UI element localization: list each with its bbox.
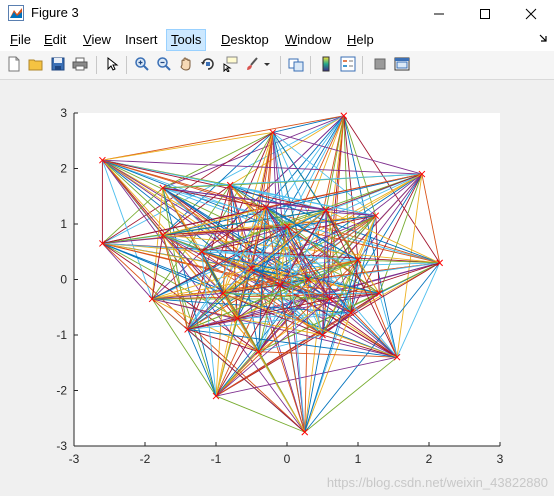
dock-arrow-icon[interactable] [538,33,548,43]
toolbar-separator [126,56,127,74]
print-icon [72,57,88,71]
menu-view-label: iew [91,32,111,47]
legend-button[interactable] [338,54,358,74]
brush-dropdown[interactable] [262,54,272,74]
pointer-icon [107,56,119,71]
menu-window-mnemonic: W [285,32,298,47]
pan-hand-icon [180,57,191,71]
colorbar-button[interactable] [316,54,336,74]
x-tick-label: -1 [211,452,222,466]
y-tick-label: 0 [60,273,67,287]
link-plot-icon [288,58,304,72]
menu-tools[interactable]: Tools [166,29,207,51]
menu-window[interactable]: Window [281,30,335,50]
x-tick-label: 0 [284,452,291,466]
menu-desktop-mnemonic: D [221,32,231,47]
menu-help[interactable]: Help [343,30,378,50]
minimize-button[interactable] [416,0,462,27]
menu-edit[interactable]: Edit [40,30,70,50]
close-icon [525,8,537,19]
toolbar-separator [310,56,311,74]
minimize-icon [434,13,444,14]
y-tick-label: 1 [60,217,67,231]
rotate-3d-icon [201,58,214,70]
data-cursor-button[interactable] [220,54,240,74]
menu-window-label: indow [297,32,332,47]
x-tick-label: 3 [497,452,504,466]
figure-canvas[interactable]: -3 -2 -1 0 1 2 3 -3 -2 -1 0 1 2 3 https://blog.csdn.n… [0,80,554,496]
link-plot-button[interactable] [286,54,306,74]
window-title: Figure 3 [31,5,79,20]
y-tick-label: -1 [56,328,67,342]
toolbar-separator [96,56,97,74]
zoom-in-button[interactable] [132,54,152,74]
menu-file-mnemonic: F [10,32,18,47]
x-tick-label: -3 [69,452,80,466]
x-tick-label: 1 [355,452,362,466]
data-cursor-icon [223,56,238,72]
maximize-button[interactable] [462,0,508,27]
y-tick-label: 2 [60,162,67,176]
maximize-icon [480,8,490,19]
save-icon [51,57,65,71]
pointer-button[interactable] [102,54,122,74]
pan-button[interactable] [176,54,196,74]
menu-help-mnemonic: H [347,32,357,47]
menu-insert[interactable]: Insert [121,30,162,50]
menu-edit-mnemonic: E [44,32,53,47]
menu-file[interactable]: File [6,30,35,50]
menu-tools-label: ools [177,32,202,47]
colorbar-icon [322,56,330,72]
menu-edit-label: dit [52,32,67,47]
watermark-text: https://blog.csdn.net/weixin_43822880 [326,475,548,490]
menu-desktop[interactable]: Desktop [217,30,273,50]
zoom-in-icon [135,57,149,71]
toolbar-separator [362,56,363,74]
legend-icon [340,56,356,72]
show-plot-tools-icon [394,57,410,71]
hide-plot-tools-icon [374,58,386,70]
x-tick-label: -2 [140,452,151,466]
menu-desktop-label: esktop [230,32,269,47]
x-tick-label: 2 [426,452,433,466]
save-button[interactable] [48,54,68,74]
plot-svg[interactable]: -3 -2 -1 0 1 2 3 -3 -2 -1 0 1 2 3 [0,80,554,496]
chevron-down-icon [264,63,270,66]
y-tick-label: -2 [56,384,67,398]
zoom-out-button[interactable] [154,54,174,74]
title-bar: Figure 3 [0,0,554,27]
close-button[interactable] [508,0,554,27]
open-file-icon [28,59,43,71]
rotate-3d-button[interactable] [198,54,218,74]
matlab-figure-icon [8,5,24,21]
zoom-out-icon [157,57,171,71]
menu-insert-label: Insert [125,32,158,47]
print-button[interactable] [70,54,90,74]
menu-view[interactable]: View [79,30,115,50]
menu-bar: File Edit View Insert Tools Desktop Wind… [0,27,554,51]
brush-button[interactable] [242,54,262,74]
show-plot-tools-button[interactable] [392,54,412,74]
y-tick-label: 3 [60,106,67,120]
new-figure-button[interactable] [4,54,24,74]
open-file-button[interactable] [26,54,46,74]
menu-help-label: elp [356,32,374,47]
toolbar-separator [280,56,281,74]
y-tick-label: -3 [56,439,67,453]
brush-icon [247,57,258,70]
figure-toolbar [0,51,554,80]
hide-plot-tools-button[interactable] [370,54,390,74]
new-figure-icon [8,56,20,72]
menu-file-label: ile [17,32,31,47]
